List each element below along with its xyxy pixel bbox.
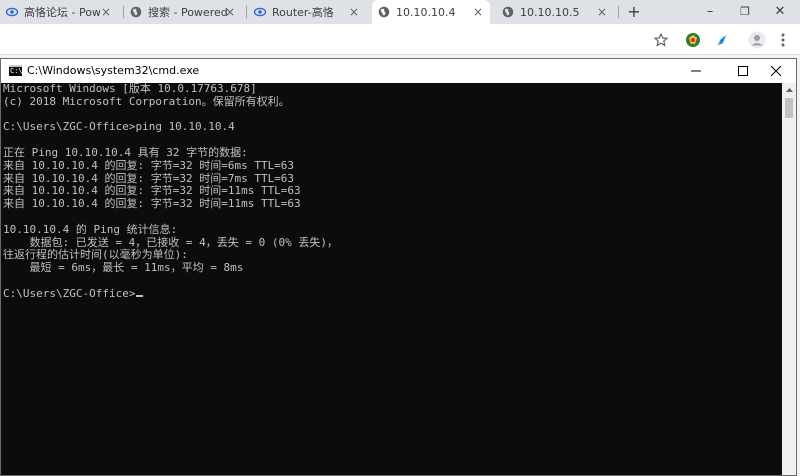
- console-prompt: C:\Users\ZGC-Office>: [3, 286, 136, 300]
- text-cursor: [136, 294, 144, 297]
- console-line: 10.10.10.4 的 Ping 统计信息:: [3, 222, 178, 236]
- tab-search[interactable]: 搜索 - Powered ×: [124, 0, 242, 24]
- extension-bird-icon[interactable]: [711, 31, 729, 49]
- tab-title: 10.10.10.5: [520, 5, 580, 19]
- profile-avatar-icon[interactable]: [748, 31, 766, 49]
- tab-close-icon[interactable]: ×: [100, 6, 112, 18]
- tab-router-gaoke[interactable]: Router-高恪 ×: [248, 0, 366, 24]
- gaoke-eye-icon: [254, 6, 266, 18]
- tab-title: 搜索 - Powered: [148, 6, 228, 19]
- gaoke-eye-icon: [6, 6, 18, 18]
- cmd-scrollbar[interactable]: [782, 83, 796, 475]
- console-line: 最短 = 6ms，最长 = 11ms，平均 = 8ms: [3, 261, 244, 275]
- extension-colorful-icon[interactable]: [684, 31, 702, 49]
- tab-10-10-10-4[interactable]: 10.10.10.4 ×: [372, 0, 490, 24]
- console-line: (c) 2018 Microsoft Corporation。保留所有权利。: [3, 94, 290, 108]
- console-line: Microsoft Windows [版本 10.0.17763.678]: [3, 83, 257, 95]
- scrollbar-thumb[interactable]: [785, 98, 793, 118]
- tab-separator: [618, 6, 619, 18]
- cmd-window: C:\ C:\Windows\system32\cmd.exe Microsof…: [0, 58, 797, 476]
- console-line: C:\Users\ZGC-Office>ping 10.10.10.4: [3, 120, 235, 134]
- cmd-close-button[interactable]: [756, 59, 796, 83]
- scroll-up-arrow-icon[interactable]: [782, 83, 796, 97]
- tab-title: 高恪论坛 - Pow: [24, 6, 101, 19]
- browser-menu-icon[interactable]: [774, 31, 792, 49]
- bookmark-star-icon[interactable]: [652, 31, 670, 49]
- close-icon: [771, 66, 781, 76]
- tab-close-icon[interactable]: ×: [472, 6, 484, 18]
- browser-close-button[interactable]: ✕: [765, 0, 795, 24]
- tab-title: 10.10.10.4: [396, 5, 456, 19]
- cmd-window-title: C:\Windows\system32\cmd.exe: [27, 64, 200, 77]
- console-output[interactable]: Microsoft Windows [版本 10.0.17763.678] (c…: [3, 83, 783, 475]
- tab-gaoke-forum[interactable]: 高恪论坛 - Pow ×: [0, 0, 118, 24]
- console-prompt-line[interactable]: C:\Users\ZGC-Office>: [3, 286, 783, 301]
- tab-close-icon[interactable]: ×: [348, 6, 360, 18]
- console-line: 来自 10.10.10.4 的回复: 字节=32 时间=6ms TTL=63: [3, 158, 295, 172]
- new-tab-button[interactable]: +: [624, 2, 644, 22]
- cmd-app-icon: C:\: [9, 65, 23, 76]
- globe-icon: [502, 6, 514, 18]
- minimize-icon: [691, 70, 701, 72]
- tab-title: Router-高恪: [272, 6, 334, 19]
- console-line: 来自 10.10.10.4 的回复: 字节=32 时间=11ms TTL=63: [3, 197, 301, 211]
- cmd-minimize-button[interactable]: [676, 59, 716, 83]
- globe-icon: [130, 6, 142, 18]
- browser-minimize-button[interactable]: –: [695, 0, 725, 24]
- browser-tab-strip: 高恪论坛 - Pow × 搜索 - Powered × Router-高恪 × …: [0, 0, 800, 24]
- tab-close-icon[interactable]: ×: [596, 6, 608, 18]
- console-line: 正在 Ping 10.10.10.4 具有 32 字节的数据:: [3, 145, 248, 159]
- browser-maximize-button[interactable]: ❐: [730, 0, 760, 24]
- maximize-icon: [738, 66, 748, 76]
- globe-icon: [378, 6, 390, 18]
- browser-toolbar: [0, 24, 800, 55]
- tab-10-10-10-5[interactable]: 10.10.10.5 ×: [496, 0, 614, 24]
- tab-close-icon[interactable]: ×: [224, 6, 236, 18]
- cmd-titlebar[interactable]: C:\ C:\Windows\system32\cmd.exe: [1, 59, 796, 83]
- tab-separator: [246, 6, 247, 18]
